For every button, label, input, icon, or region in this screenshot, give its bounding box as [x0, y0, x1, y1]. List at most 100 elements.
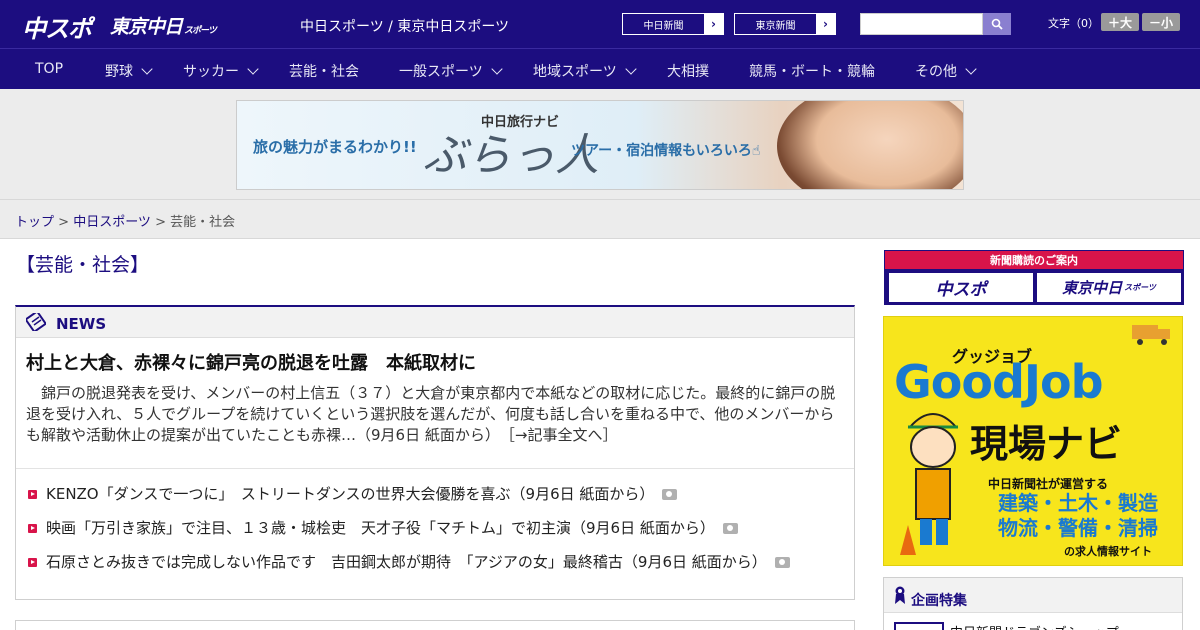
subscription-header: 新聞購読のご案内 [885, 251, 1183, 269]
breadcrumb: トップ > 中日スポーツ > 芸能・社会 [15, 211, 235, 230]
news-item-text[interactable]: 石原さとみ抜きでは完成しない作品です 吉田鋼太郎が期待 「アジアの女」最終稽古（… [46, 553, 767, 571]
camera-icon [774, 557, 790, 568]
nav-label: その他 [915, 64, 957, 80]
nav-label: 競馬・ボート・競輪 [749, 64, 875, 80]
nav-item-entertainment[interactable]: 芸能・社会 [289, 61, 359, 81]
nav-item-racing[interactable]: 競馬・ボート・競輪 [749, 61, 875, 81]
ad-left-text: 旅の魅力がまるわかり!! [253, 138, 417, 156]
feature-item-link[interactable]: 中日新聞ドラゴンズショップ [950, 622, 1119, 630]
news-item-text[interactable]: 映画「万引き家族」で注目、１３歳・城桧吏 天才子役「マチトム」で初主演（9月6日… [46, 519, 715, 537]
subscribe-tokyo-label: 東京中日 [1062, 279, 1123, 297]
special-feature-header: 企画特集 [884, 578, 1182, 613]
nav-item-baseball[interactable]: 野球 [105, 61, 153, 81]
tokyo-shimbun-label: 東京新聞 [755, 20, 796, 32]
nav-item-top[interactable]: TOP [35, 61, 63, 77]
goodjob-navi: 現場ナビ [970, 422, 1123, 466]
tokyo-chunichi-logo[interactable]: 東京中日 スポーツ [110, 12, 217, 39]
breadcrumb-separator: > [54, 215, 74, 230]
nav-item-general-sports[interactable]: 一般スポーツ [399, 61, 503, 81]
nav-label: 地域スポーツ [533, 64, 617, 80]
chevron-down-icon [491, 63, 503, 75]
camera-icon [722, 523, 738, 534]
list-item[interactable]: 石原さとみ抜きでは完成しない作品です 吉田鋼太郎が期待 「アジアの女」最終稽古（… [26, 551, 846, 573]
goodjob-title: GoodJob [894, 355, 1104, 409]
nav-label: 芸能・社会 [289, 64, 359, 80]
chunichi-shimbun-button[interactable]: 中日新聞 › [622, 13, 724, 35]
tokyo-logo-sub: スポーツ [184, 26, 217, 36]
font-larger-button[interactable]: ＋大 [1101, 13, 1139, 31]
nav-label: 大相撲 [667, 64, 709, 80]
breadcrumb-current: 芸能・社会 [170, 215, 236, 230]
feature-thumbnail[interactable] [894, 622, 944, 630]
goodjob-site: の求人情報サイト [1064, 545, 1152, 558]
nav-label: 野球 [105, 64, 133, 80]
site-header: 中スポ 東京中日 スポーツ 中日スポーツ / 東京中日スポーツ 中日新聞 › 東京… [0, 0, 1200, 48]
next-panel [15, 620, 855, 630]
tokyo-logo-main: 東京中日 [110, 16, 183, 38]
nav-item-sumo[interactable]: 大相撲 [667, 61, 709, 81]
chunichi-shimbun-label: 中日新聞 [643, 20, 684, 32]
truck-icon [1132, 325, 1170, 345]
banner-area: 旅の魅力がまるわかり!! ぶらっ人 中日旅行ナビ ツアー・宿泊情報もいろいろ☝ [0, 89, 1200, 200]
search-button[interactable] [983, 13, 1011, 35]
chuspo-logo[interactable]: 中スポ [22, 9, 92, 44]
main-nav: TOP 野球 サッカー 芸能・社会 一般スポーツ 地域スポーツ 大相撲 競馬・ボ… [0, 48, 1200, 89]
nav-label: TOP [35, 61, 64, 77]
goodjob-fields-line1: 建築・土木・製造 [998, 491, 1158, 515]
read-more-link[interactable]: ［→記事全文へ］ [507, 426, 617, 444]
bullet-arrow-icon [28, 490, 37, 499]
site-links[interactable]: 中日スポーツ / 東京中日スポーツ [300, 16, 509, 36]
search-input[interactable] [860, 13, 983, 35]
ad-sub-title: 中日旅行ナビ [481, 115, 560, 130]
goodjob-fields-line2: 物流・警備・清掃 [998, 516, 1158, 540]
special-feature-panel: 企画特集 中日新聞ドラゴンズショップ [883, 577, 1183, 630]
travel-ad-banner[interactable]: 旅の魅力がまるわかり!! ぶらっ人 中日旅行ナビ ツアー・宿泊情報もいろいろ☝ [236, 100, 964, 190]
lead-text: 錦戸の脱退発表を受け、メンバーの村上信五（３７）と大倉が東京都内で本紙などの取材… [26, 384, 836, 444]
nav-item-local-sports[interactable]: 地域スポーツ [533, 61, 637, 81]
goodjob-fields: 建築・土木・製造 物流・警備・清掃 [998, 491, 1158, 541]
news-item-text[interactable]: KENZO「ダンスで一つに」 ストリートダンスの世界大会優勝を喜ぶ（9月6日 紙… [46, 485, 654, 503]
tokyo-shimbun-button[interactable]: 東京新聞 › [734, 13, 836, 35]
top-headline[interactable]: 村上と大倉、赤裸々に錦戸亮の脱退を吐露 本紙取材に [26, 349, 476, 375]
chevron-down-icon [625, 63, 637, 75]
camera-icon [662, 489, 678, 500]
goodjob-ad-banner[interactable]: グッジョブ GoodJob 現場ナビ 中日新聞社が運営する 建築・土木・製造 物流… [883, 316, 1183, 566]
top-story-lead: 錦戸の脱退発表を受け、メンバーの村上信五（３７）と大倉が東京都内で本紙などの取材… [26, 383, 844, 446]
news-panel: NEWS 村上と大倉、赤裸々に錦戸亮の脱退を吐露 本紙取材に 錦戸の脱退発表を受… [15, 305, 855, 600]
chevron-down-icon [247, 63, 259, 75]
news-label: NEWS [56, 315, 107, 333]
ad-photo [777, 101, 963, 189]
breadcrumb-top-link[interactable]: トップ [15, 215, 54, 230]
nav-label: サッカー [183, 64, 239, 80]
chevron-right-icon: › [704, 14, 723, 34]
ad-right-text: ツアー・宿泊情報もいろいろ☝ [571, 143, 761, 159]
nav-item-soccer[interactable]: サッカー [183, 61, 259, 81]
chevron-right-icon: › [816, 14, 835, 34]
list-item[interactable]: KENZO「ダンスで一つに」 ストリートダンスの世界大会優勝を喜ぶ（9月6日 紙… [26, 483, 846, 505]
breadcrumb-category-link[interactable]: 中日スポーツ [73, 215, 151, 230]
goodjob-sub: 中日新聞社が運営する [988, 477, 1109, 491]
news-list: KENZO「ダンスで一つに」 ストリートダンスの世界大会優勝を喜ぶ（9月6日 紙… [26, 483, 846, 585]
subscribe-tokyo-button[interactable]: 東京中日 スポーツ [1037, 273, 1181, 302]
font-smaller-button[interactable]: －小 [1142, 13, 1180, 31]
chevron-down-icon [141, 63, 153, 75]
divider [16, 468, 854, 469]
special-feature-label: 企画特集 [911, 593, 967, 609]
list-item[interactable]: 映画「万引き家族」で注目、１３歳・城桧吏 天才子役「マチトム」で初主演（9月6日… [26, 517, 846, 539]
ribbon-icon [895, 586, 905, 604]
news-panel-header: NEWS [16, 307, 854, 338]
search-icon [991, 18, 1003, 30]
breadcrumb-separator: > [150, 215, 171, 230]
nav-label: 一般スポーツ [399, 64, 483, 80]
subscribe-tokyo-sub: スポーツ [1124, 283, 1156, 292]
bullet-arrow-icon [28, 524, 37, 533]
subscription-box: 新聞購読のご案内 中スポ 東京中日 スポーツ [884, 250, 1184, 305]
worker-illustration-icon [900, 413, 959, 555]
page-title: 【芸能・社会】 [16, 254, 150, 276]
bullet-arrow-icon [28, 558, 37, 567]
newspaper-icon [26, 313, 46, 331]
subscribe-chuspo-button[interactable]: 中スポ [889, 273, 1033, 302]
nav-item-other[interactable]: その他 [915, 61, 977, 81]
chevron-down-icon [965, 63, 977, 75]
font-size-label: 文字（0） [1048, 17, 1099, 30]
